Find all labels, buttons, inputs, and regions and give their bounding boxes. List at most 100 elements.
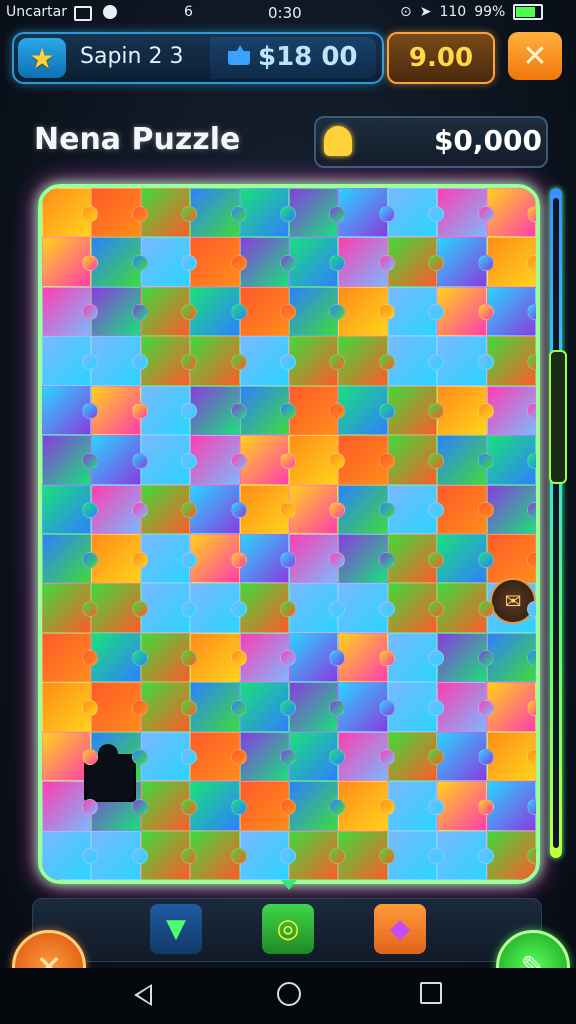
puzzle-piece[interactable]: [437, 533, 495, 584]
puzzle-piece[interactable]: [42, 188, 99, 238]
puzzle-piece[interactable]: [140, 336, 198, 386]
puzzle-piece[interactable]: [437, 632, 495, 683]
puzzle-piece[interactable]: [486, 336, 536, 386]
puzzle-piece[interactable]: [239, 731, 297, 782]
puzzle-piece[interactable]: [338, 385, 396, 436]
puzzle-piece[interactable]: [190, 385, 248, 436]
puzzle-piece[interactable]: [91, 682, 149, 732]
puzzle-piece[interactable]: [437, 286, 495, 337]
recent-apps-icon[interactable]: [420, 982, 442, 1004]
puzzle-piece[interactable]: [239, 830, 297, 880]
puzzle-piece[interactable]: [239, 682, 297, 732]
puzzle-piece[interactable]: [42, 484, 99, 534]
puzzle-piece[interactable]: [437, 781, 495, 831]
puzzle-piece[interactable]: [486, 286, 536, 337]
puzzle-piece[interactable]: [338, 484, 396, 534]
puzzle-piece[interactable]: [140, 188, 198, 238]
puzzle-piece[interactable]: [239, 336, 297, 386]
puzzle-piece[interactable]: [289, 484, 346, 534]
puzzle-piece[interactable]: [289, 188, 346, 238]
puzzle-piece[interactable]: [486, 830, 536, 880]
star-icon[interactable]: ★: [18, 38, 66, 78]
puzzle-piece[interactable]: [91, 188, 149, 238]
puzzle-piece[interactable]: [190, 484, 248, 534]
puzzle-piece[interactable]: [140, 484, 198, 534]
puzzle-piece[interactable]: [91, 336, 149, 386]
puzzle-piece[interactable]: [289, 781, 346, 831]
puzzle-piece[interactable]: [486, 632, 536, 683]
puzzle-piece[interactable]: [338, 237, 396, 287]
puzzle-piece[interactable]: [486, 682, 536, 732]
puzzle-piece[interactable]: [387, 682, 445, 732]
puzzle-piece[interactable]: [387, 237, 445, 287]
puzzle-piece[interactable]: [387, 484, 445, 534]
puzzle-piece[interactable]: [437, 484, 495, 534]
puzzle-piece[interactable]: [239, 435, 297, 485]
puzzle-piece[interactable]: [387, 781, 445, 831]
puzzle-piece[interactable]: [289, 830, 346, 880]
puzzle-piece[interactable]: [42, 286, 99, 337]
puzzle-piece[interactable]: [437, 682, 495, 732]
puzzle-board[interactable]: [38, 184, 540, 884]
puzzle-piece[interactable]: [140, 682, 198, 732]
puzzle-piece[interactable]: [289, 682, 346, 732]
puzzle-piece[interactable]: [140, 583, 198, 633]
puzzle-piece[interactable]: [91, 484, 149, 534]
puzzle-piece[interactable]: [42, 435, 99, 485]
puzzle-piece[interactable]: [239, 632, 297, 683]
puzzle-piece[interactable]: [486, 731, 536, 782]
puzzle-piece[interactable]: [486, 533, 536, 584]
puzzle-piece[interactable]: [437, 336, 495, 386]
puzzle-piece[interactable]: [338, 781, 396, 831]
puzzle-piece[interactable]: [387, 385, 445, 436]
puzzle-piece[interactable]: [91, 533, 149, 584]
close-button[interactable]: ✕: [508, 32, 562, 80]
puzzle-piece[interactable]: [338, 533, 396, 584]
puzzle-piece[interactable]: [140, 286, 198, 337]
hint-icon[interactable]: ✉: [490, 578, 536, 624]
puzzle-piece[interactable]: [387, 731, 445, 782]
puzzle-piece[interactable]: [289, 385, 346, 436]
puzzle-piece[interactable]: [338, 286, 396, 337]
puzzle-piece[interactable]: [338, 188, 396, 238]
puzzle-piece[interactable]: [190, 632, 248, 683]
puzzle-piece[interactable]: [140, 830, 198, 880]
puzzle-piece[interactable]: [437, 188, 495, 238]
home-icon[interactable]: [277, 982, 301, 1006]
puzzle-piece[interactable]: [91, 830, 149, 880]
scrollbar-thumb[interactable]: [549, 350, 567, 484]
puzzle-piece[interactable]: [437, 731, 495, 782]
puzzle-piece[interactable]: [42, 385, 99, 436]
puzzle-piece[interactable]: [437, 583, 495, 633]
puzzle-piece[interactable]: [42, 830, 99, 880]
puzzle-piece[interactable]: [140, 435, 198, 485]
puzzle-piece[interactable]: [239, 484, 297, 534]
puzzle-piece[interactable]: [42, 583, 99, 633]
puzzle-piece[interactable]: [190, 583, 248, 633]
puzzle-piece[interactable]: [338, 583, 396, 633]
puzzle-piece[interactable]: [239, 781, 297, 831]
puzzle-piece[interactable]: [387, 632, 445, 683]
scrollbar-track[interactable]: [550, 188, 562, 858]
puzzle-piece[interactable]: [190, 682, 248, 732]
puzzle-piece[interactable]: [42, 237, 99, 287]
puzzle-piece[interactable]: [91, 435, 149, 485]
puzzle-piece[interactable]: [387, 830, 445, 880]
target-tool-button[interactable]: ◎: [262, 904, 314, 954]
puzzle-piece[interactable]: [338, 336, 396, 386]
puzzle-piece[interactable]: [486, 435, 536, 485]
back-icon[interactable]: [134, 984, 152, 1006]
puzzle-piece[interactable]: [190, 781, 248, 831]
puzzle-piece[interactable]: [91, 583, 149, 633]
puzzle-piece[interactable]: [289, 731, 346, 782]
puzzle-piece[interactable]: [239, 583, 297, 633]
puzzle-piece[interactable]: [486, 237, 536, 287]
puzzle-piece[interactable]: [190, 731, 248, 782]
puzzle-piece[interactable]: [190, 336, 248, 386]
puzzle-piece[interactable]: [387, 435, 445, 485]
puzzle-piece[interactable]: [91, 237, 149, 287]
puzzle-piece[interactable]: [140, 781, 198, 831]
puzzle-piece[interactable]: [387, 583, 445, 633]
puzzle-piece[interactable]: [437, 237, 495, 287]
puzzle-piece[interactable]: [190, 286, 248, 337]
